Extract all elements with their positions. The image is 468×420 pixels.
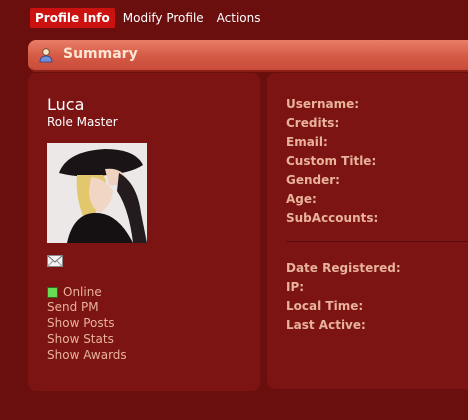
show-awards-link[interactable]: Show Awards xyxy=(47,348,127,362)
field-credits-label: Credits: xyxy=(286,116,340,130)
user-role: Role Master xyxy=(47,115,118,129)
field-username-label: Username: xyxy=(286,97,360,111)
online-status-label: Online xyxy=(63,285,102,299)
tab-actions[interactable]: Actions xyxy=(212,8,266,28)
field-local-time-label: Local Time: xyxy=(286,299,364,313)
field-date-registered-label: Date Registered: xyxy=(286,261,401,275)
profile-page: Profile Info Modify Profile Actions Summ… xyxy=(0,0,468,420)
show-posts-link[interactable]: Show Posts xyxy=(47,316,115,330)
field-custom-title-label: Custom Title: xyxy=(286,154,377,168)
summary-title: Summary xyxy=(63,46,138,62)
field-gender-label: Gender: xyxy=(286,173,340,187)
summary-header: Summary xyxy=(28,40,468,72)
profile-details: Username: Credits: Email: Custom Title: … xyxy=(267,73,468,389)
user-icon xyxy=(39,48,53,63)
tab-modify-profile[interactable]: Modify Profile xyxy=(118,8,209,28)
send-pm-link[interactable]: Send PM xyxy=(47,300,99,314)
field-age-label: Age: xyxy=(286,192,317,206)
details-divider xyxy=(286,241,468,242)
profile-tabs: Profile Info Modify Profile Actions xyxy=(30,8,269,28)
field-last-active-label: Last Active: xyxy=(286,318,366,332)
field-email-label: Email: xyxy=(286,135,328,149)
user-name: Luca xyxy=(47,95,85,114)
avatar xyxy=(47,143,147,243)
online-indicator-icon xyxy=(47,286,58,298)
field-ip-label: IP: xyxy=(286,280,305,294)
tab-profile-info[interactable]: Profile Info xyxy=(30,8,115,28)
show-stats-link[interactable]: Show Stats xyxy=(47,332,114,346)
mail-icon[interactable] xyxy=(47,255,63,267)
profile-card: Luca Role Master Online Send PM Show Pos… xyxy=(28,73,260,391)
field-subaccounts-label: SubAccounts: xyxy=(286,211,379,225)
online-status: Online xyxy=(47,285,102,299)
